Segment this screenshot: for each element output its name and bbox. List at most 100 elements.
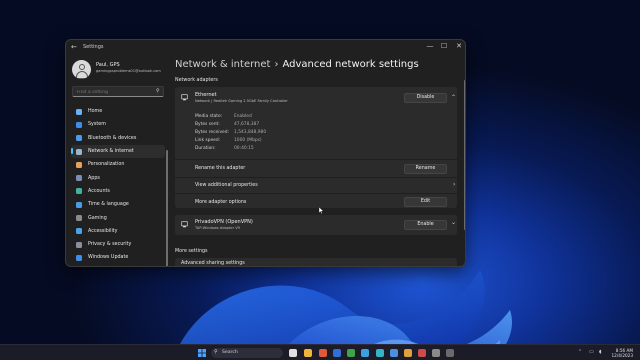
task-view-icon[interactable]: [289, 349, 297, 357]
mouse-cursor-icon: [319, 207, 324, 214]
breadcrumb-parent[interactable]: Network & internet: [175, 59, 270, 70]
ethernet-adapter-card: Ethernet Network | Realtek Gaming 2.5GbE…: [175, 87, 457, 208]
system-icon: [76, 121, 82, 128]
settings-window: ← Settings — ☐ ✕ Paul, GPS gamingpsprobl…: [65, 39, 466, 267]
bluetooth-icon: [76, 135, 82, 142]
globe-clock-icon: [76, 201, 82, 208]
ethernet-name: Ethernet: [195, 92, 217, 98]
store-icon[interactable]: [376, 349, 384, 357]
sidebar-item-privacy[interactable]: Privacy & security: [71, 238, 165, 251]
rename-adapter-label: Rename this adapter: [195, 166, 246, 171]
more-adapter-options-label: More adapter options: [195, 200, 247, 205]
search-input[interactable]: [72, 86, 164, 97]
sidebar-item-label: Home: [88, 109, 103, 115]
avatar[interactable]: [72, 60, 91, 79]
edit-button[interactable]: Edit: [404, 197, 447, 207]
app-icon[interactable]: [418, 349, 426, 357]
divider: [175, 177, 457, 178]
sidebar-item-label: Bluetooth & devices: [88, 135, 137, 141]
sidebar-item-apps[interactable]: Apps: [71, 171, 165, 184]
sidebar-item-label: Personalization: [88, 162, 125, 168]
sidebar-item-accessibility[interactable]: Accessibility: [71, 225, 165, 238]
accessibility-icon: [76, 228, 82, 235]
detail-value: Enabled: [234, 114, 252, 119]
advanced-sharing-label: Advanced sharing settings: [181, 261, 245, 266]
minimize-icon[interactable]: —: [424, 42, 436, 50]
ethernet-icon: [181, 94, 188, 101]
sidebar-scrollbar[interactable]: [166, 150, 168, 266]
detail-value: 1,543,848,980: [234, 130, 267, 135]
xbox-icon[interactable]: [347, 349, 355, 357]
page-title: Advanced network settings: [282, 59, 419, 70]
detail-key: Link speed:: [195, 138, 221, 143]
search-icon: ⚲: [214, 349, 218, 355]
detail-key: Media state:: [195, 114, 223, 119]
vpn-adapter-card[interactable]: PrivadoVPN (OpenVPN) TAP-Windows Adapter…: [175, 215, 457, 235]
section-more-settings: More settings: [175, 249, 208, 254]
shield-icon: [76, 241, 82, 248]
brush-icon: [76, 161, 82, 168]
brave-browser-icon[interactable]: [319, 349, 327, 357]
windows-start-icon[interactable]: [198, 349, 206, 357]
refresh-icon: [76, 254, 82, 261]
sidebar-item-bluetooth[interactable]: Bluetooth & devices: [71, 132, 165, 145]
content-scrollbar[interactable]: [464, 80, 465, 230]
sidebar-item-accounts[interactable]: Accounts: [71, 185, 165, 198]
apps-icon: [76, 175, 82, 182]
ethernet-description: Network | Realtek Gaming 2.5GbE Family C…: [195, 99, 288, 103]
volume-icon[interactable]: ◖: [599, 349, 602, 355]
gamepad-icon: [76, 215, 82, 222]
view-additional-properties-link[interactable]: View additional properties: [195, 183, 258, 188]
search-icon[interactable]: ⚲: [156, 88, 160, 94]
enable-button[interactable]: Enable: [404, 220, 447, 230]
sidebar-item-time-language[interactable]: Time & language: [71, 198, 165, 211]
app-title: Settings: [83, 44, 104, 50]
chevron-up-icon[interactable]: ⌃: [578, 349, 582, 355]
sidebar-item-label: Network & internet: [88, 149, 134, 155]
vpn-name: PrivadoVPN (OpenVPN): [195, 219, 253, 225]
terminal-icon[interactable]: [446, 349, 454, 357]
taskbar-search[interactable]: Search: [211, 348, 283, 358]
detail-value: 1000 (Mbps): [234, 138, 262, 143]
sidebar-item-label: Apps: [88, 175, 100, 181]
sidebar-item-label: Time & language: [88, 202, 129, 208]
sidebar-item-windows-update[interactable]: Windows Update: [71, 251, 165, 264]
word-icon[interactable]: [333, 349, 341, 357]
chrome-icon[interactable]: [404, 349, 412, 357]
clock[interactable]: 8:56 AM 12/4/2023: [611, 348, 633, 359]
detail-key: Bytes received:: [195, 130, 230, 135]
settings-app-icon[interactable]: [432, 349, 440, 357]
sidebar-item-gaming[interactable]: Gaming: [71, 211, 165, 224]
network-icon[interactable]: ▭: [589, 349, 594, 355]
vpn-description: TAP-Windows Adapter V9: [195, 226, 240, 230]
chevron-right-icon[interactable]: ›: [453, 181, 455, 188]
sidebar-item-label: Accessibility: [88, 228, 118, 234]
sidebar-item-network[interactable]: Network & internet: [71, 144, 165, 159]
disable-button[interactable]: Disable: [404, 93, 447, 103]
detail-value: 00:40:15: [234, 146, 254, 151]
taskbar: Search ⚲ ⌃ ▭ ◖ 8:56 AM 12/4/2023: [0, 344, 640, 360]
maximize-icon[interactable]: ☐: [438, 42, 450, 50]
breadcrumb: Network & internet › Advanced network sett…: [175, 59, 419, 70]
file-explorer-icon[interactable]: [304, 349, 312, 357]
edge-icon[interactable]: [361, 349, 369, 357]
title-bar[interactable]: ← Settings — ☐ ✕: [66, 40, 465, 56]
sidebar-item-label: System: [88, 122, 106, 128]
home-icon: [76, 108, 82, 115]
sidebar-item-home[interactable]: Home: [71, 105, 165, 118]
sidebar-item-system[interactable]: System: [71, 118, 165, 131]
vpn-adapter-icon: [181, 221, 188, 228]
section-network-adapters: Network adapters: [175, 78, 218, 83]
back-arrow-icon[interactable]: ←: [71, 43, 77, 51]
user-email: gamingpsproblems01@outlook.com: [96, 69, 161, 73]
steam-icon[interactable]: [390, 349, 398, 357]
sidebar: Paul, GPS gamingpsproblems01@outlook.com…: [66, 56, 170, 266]
sidebar-item-personalization[interactable]: Personalization: [71, 158, 165, 171]
advanced-sharing-row[interactable]: Advanced sharing settings: [175, 258, 457, 266]
close-icon[interactable]: ✕: [453, 42, 465, 50]
rename-button[interactable]: Rename: [404, 164, 447, 174]
chevron-up-icon[interactable]: ⌃: [451, 94, 456, 101]
chevron-down-icon[interactable]: ⌄: [451, 219, 456, 226]
detail-value: 47,678,387: [234, 122, 260, 127]
detail-key: Duration:: [195, 146, 216, 151]
